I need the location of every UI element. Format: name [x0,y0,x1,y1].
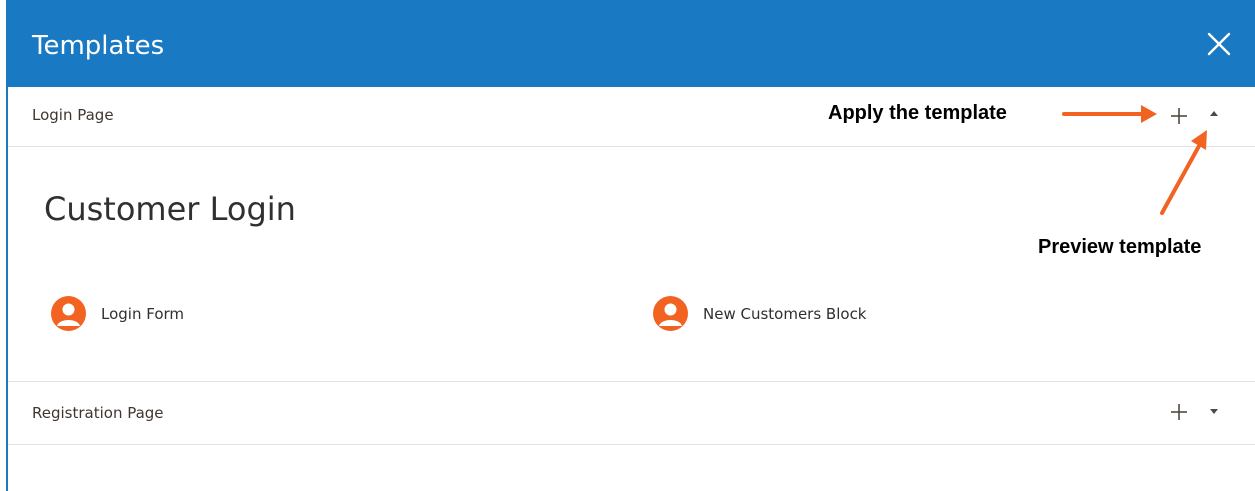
arrow-to-preview-icon [1160,130,1207,215]
arrow-to-apply-icon [1062,105,1157,123]
annotation-arrows [1062,105,1207,215]
